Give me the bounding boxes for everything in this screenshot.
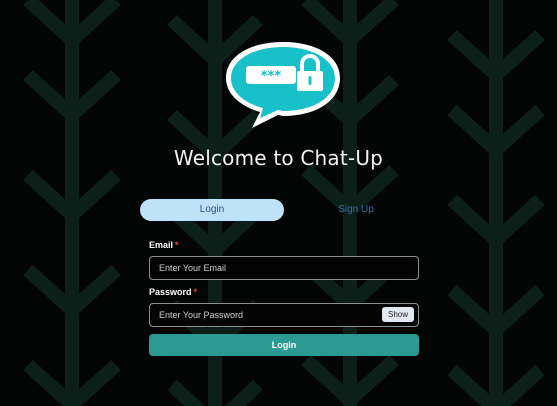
svg-text:***: ***: [261, 69, 282, 84]
tab-login[interactable]: Login: [140, 199, 284, 221]
login-form: Email* Password* Show Login: [149, 240, 419, 356]
email-label-text: Email: [149, 240, 174, 250]
show-password-button[interactable]: Show: [381, 307, 414, 322]
email-label: Email *: [149, 240, 419, 250]
page-title: Welcome to Chat-Up: [173, 146, 384, 170]
email-field[interactable]: [150, 257, 418, 279]
password-label: Password *: [149, 287, 419, 297]
required-marker: *: [193, 287, 198, 297]
login-button[interactable]: Login: [149, 334, 419, 356]
auth-tabs: Login Sign Up: [140, 199, 430, 223]
password-field-box: Show: [149, 303, 419, 327]
required-marker: *: [175, 240, 179, 250]
chat-bubble-password-lock-icon: ***: [226, 42, 340, 128]
tab-sign-up[interactable]: Sign Up: [284, 199, 428, 221]
email-field-box: [149, 256, 419, 280]
password-field[interactable]: [150, 304, 418, 326]
password-label-text: Password: [149, 287, 192, 297]
